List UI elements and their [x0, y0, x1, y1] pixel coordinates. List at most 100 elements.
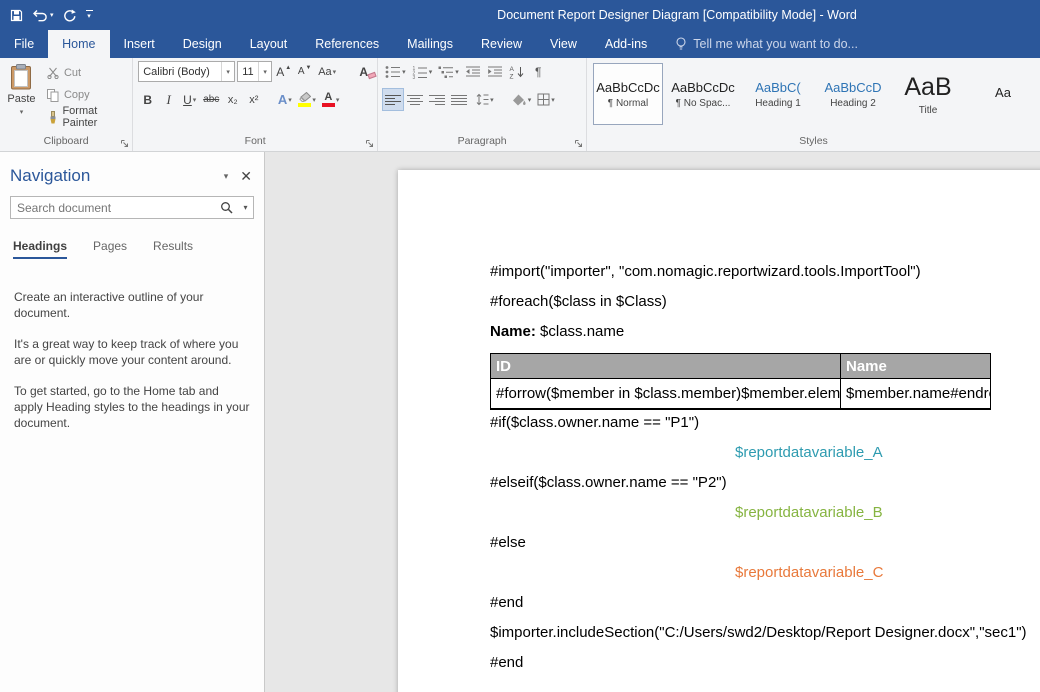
tab-add-ins[interactable]: Add-ins [591, 30, 661, 58]
align-left-button[interactable] [383, 89, 403, 110]
increase-indent-button[interactable] [485, 61, 505, 82]
search-dropdown-button[interactable]: ▾ [238, 197, 253, 218]
document-page[interactable]: #import("importer", "com.nomagic.reportw… [398, 170, 1040, 692]
table-cell-member-name[interactable]: $member.name#endrow [841, 379, 991, 409]
tab-home[interactable]: Home [48, 30, 109, 58]
tab-design[interactable]: Design [169, 30, 236, 58]
font-name-select[interactable]: Calibri (Body) ▾ [138, 61, 235, 82]
justify-button[interactable] [449, 89, 469, 110]
dialog-launcher-icon [365, 139, 374, 148]
align-center-button[interactable] [405, 89, 425, 110]
decrease-indent-button[interactable] [463, 61, 483, 82]
clipboard-dialog-launcher[interactable] [120, 139, 129, 148]
undo-button[interactable]: ▾ [32, 9, 54, 22]
format-painter-button[interactable]: Format Painter [43, 107, 132, 127]
tab-review[interactable]: Review [467, 30, 536, 58]
font-dialog-launcher[interactable] [365, 139, 374, 148]
show-marks-button[interactable]: ¶ [529, 61, 548, 82]
superscript-button[interactable]: x² [244, 89, 263, 110]
up-arrow-icon: ▲ [285, 65, 291, 71]
clear-formatting-button[interactable]: A [354, 61, 373, 82]
style-no-spacing[interactable]: AaBbCcDc ¶ No Spac... [668, 63, 738, 125]
nav-tab-pages[interactable]: Pages [93, 239, 127, 259]
search-box: ▾ [10, 196, 254, 219]
qat-customize-icon [86, 10, 93, 11]
doc-line-else[interactable]: #else [490, 534, 1040, 552]
copy-button[interactable]: Copy [43, 85, 132, 105]
paste-button[interactable]: Paste ▾ [0, 58, 43, 133]
shrink-font-button[interactable]: A▼ [295, 61, 314, 82]
table-header-id[interactable]: ID [491, 354, 841, 379]
multilevel-list-button[interactable]: ▾ [436, 61, 461, 82]
search-button[interactable] [214, 197, 238, 218]
line-spacing-button[interactable]: ▾ [471, 89, 496, 110]
navigation-close-button[interactable]: ✕ [240, 168, 252, 185]
bullets-button[interactable]: ▾ [383, 61, 408, 82]
multilevel-list-icon [438, 65, 454, 79]
style-heading-1[interactable]: AaBbC( Heading 1 [743, 63, 813, 125]
doc-line-elseif[interactable]: #elseif($class.owner.name == "P2") [490, 474, 1040, 492]
style-preview: AaB [904, 73, 951, 102]
style-normal[interactable]: AaBbCcDc ¶ Normal [593, 63, 663, 125]
tab-view[interactable]: View [536, 30, 591, 58]
align-right-button[interactable] [427, 89, 447, 110]
paragraph-dialog-launcher[interactable] [574, 139, 583, 148]
style-title[interactable]: AaB Title [893, 63, 963, 125]
tab-mailings[interactable]: Mailings [393, 30, 467, 58]
doc-line-name[interactable]: Name: $class.name [490, 323, 1040, 341]
italic-button[interactable]: I [159, 89, 178, 110]
text-effects-button[interactable]: A▾ [275, 89, 294, 110]
qat-customize-button[interactable]: ▾ [86, 10, 93, 20]
doc-line-include-section[interactable]: $importer.includeSection("C:/Users/swd2/… [490, 624, 1040, 642]
tab-references[interactable]: References [301, 30, 393, 58]
clear-glyph: A [359, 65, 368, 79]
tab-layout[interactable]: Layout [236, 30, 302, 58]
font-name-value: Calibri (Body) [139, 66, 221, 78]
save-icon [10, 9, 23, 22]
style-preview: AaBbC( [755, 80, 801, 95]
clipboard-group: Paste ▾ Cut Copy Format Painter [0, 58, 133, 151]
grow-font-glyph: A [276, 65, 284, 79]
strikethrough-button[interactable]: abc [201, 89, 221, 110]
table-cell-forrow[interactable]: #forrow($member in $class.member)$member… [491, 379, 841, 409]
cut-button[interactable]: Cut [43, 63, 132, 83]
undo-icon [32, 9, 48, 22]
style-heading-2[interactable]: AaBbCcD Heading 2 [818, 63, 888, 125]
chevron-down-icon: ▾ [20, 108, 24, 116]
style-subtitle-partial[interactable]: Aa [968, 63, 1038, 125]
doc-line-import[interactable]: #import("importer", "com.nomagic.reportw… [490, 263, 1040, 281]
numbering-button[interactable]: 123▾ [410, 61, 435, 82]
tab-insert[interactable]: Insert [110, 30, 169, 58]
sort-button[interactable]: AZ [507, 61, 527, 82]
chevron-down-icon: ▾ [288, 96, 292, 104]
nav-tab-headings[interactable]: Headings [13, 239, 67, 259]
navigation-options-button[interactable]: ▾ [224, 171, 229, 182]
doc-line-end-foreach[interactable]: #end [490, 654, 1040, 672]
shading-button[interactable]: ▾ [510, 89, 534, 110]
font-size-select[interactable]: 11 ▾ [237, 61, 272, 82]
redo-button[interactable] [63, 9, 77, 22]
chevron-down-icon: ▾ [312, 96, 316, 104]
tell-me-box[interactable]: Tell me what you want to do... [675, 30, 858, 58]
save-button[interactable] [10, 9, 23, 22]
tab-file[interactable]: File [0, 30, 48, 58]
bold-button[interactable]: B [138, 89, 157, 110]
table-header-name[interactable]: Name [841, 354, 991, 379]
grow-font-button[interactable]: A▲ [274, 61, 293, 82]
doc-line-if[interactable]: #if($class.owner.name == "P1") [490, 414, 1040, 432]
borders-button[interactable]: ▾ [535, 89, 557, 110]
underline-button[interactable]: U▾ [180, 89, 199, 110]
nav-help-paragraph: To get started, go to the Home tab and a… [14, 383, 250, 431]
search-input[interactable] [11, 201, 214, 215]
doc-line-variable-b[interactable]: $reportdatavariable_B [735, 504, 1040, 522]
subscript-button[interactable]: x₂ [223, 89, 242, 110]
window-title: Document Report Designer Diagram [Compat… [497, 8, 857, 22]
highlight-button[interactable]: ▾ [296, 89, 318, 110]
doc-line-end-if[interactable]: #end [490, 594, 1040, 612]
doc-line-variable-c[interactable]: $reportdatavariable_C [735, 564, 1040, 582]
change-case-button[interactable]: Aa▾ [316, 61, 338, 82]
doc-line-variable-a[interactable]: $reportdatavariable_A [735, 444, 1040, 462]
nav-tab-results[interactable]: Results [153, 239, 193, 259]
font-color-button[interactable]: A ▾ [320, 89, 342, 110]
doc-line-foreach[interactable]: #foreach($class in $Class) [490, 293, 1040, 311]
